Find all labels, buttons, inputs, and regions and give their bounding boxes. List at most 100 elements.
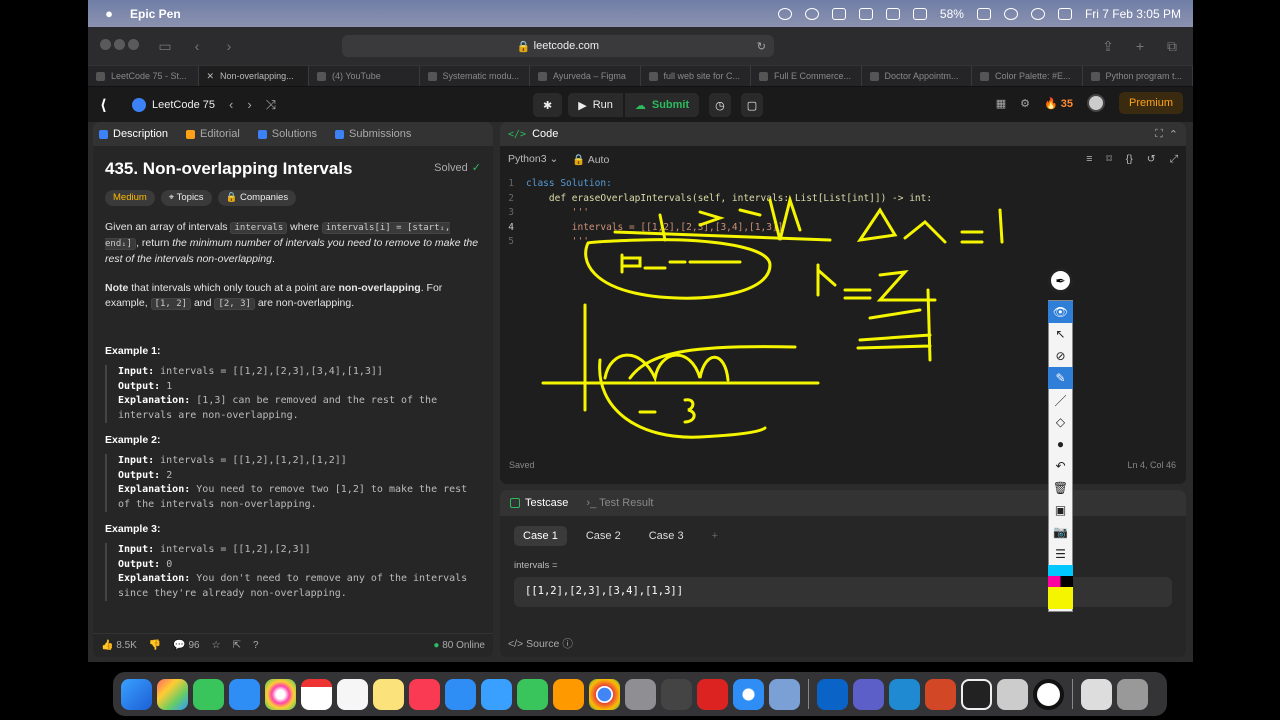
premium-button[interactable]: Premium: [1118, 92, 1183, 114]
prev-problem-icon[interactable]: ‹: [229, 97, 233, 112]
browser-tab[interactable]: Full E Commerce...: [751, 66, 862, 86]
tab-overview-icon[interactable]: ⧉: [1163, 38, 1181, 55]
code-line[interactable]: ''': [526, 206, 589, 221]
calculator-icon[interactable]: [661, 678, 692, 710]
browser-tab[interactable]: Color Palette: #E...: [972, 66, 1083, 86]
tab-test-result[interactable]: ›_ Test Result: [586, 497, 653, 509]
reset-icon[interactable]: ↺: [1147, 153, 1156, 165]
globe-icon[interactable]: [804, 7, 819, 20]
tab-submissions[interactable]: Submissions: [335, 128, 411, 140]
debug-icon[interactable]: ✱: [533, 93, 563, 117]
sidebar-icon[interactable]: ▭: [156, 38, 174, 55]
submit-button[interactable]: ☁ Submit: [624, 93, 700, 117]
topics-button[interactable]: ⌖ Topics: [160, 190, 212, 206]
chatgpt-icon[interactable]: [961, 678, 992, 710]
display-icon[interactable]: [885, 7, 900, 20]
wifi-icon[interactable]: [1003, 7, 1018, 20]
new-tab-icon[interactable]: +: [1131, 38, 1149, 54]
calendar-icon[interactable]: [301, 678, 332, 710]
share-icon[interactable]: ⇪: [1099, 38, 1117, 55]
eye-icon[interactable]: 👁: [1048, 301, 1073, 323]
music-icon[interactable]: [409, 678, 440, 710]
settings-gear-icon[interactable]: ⚙: [1020, 97, 1030, 110]
powerpoint-icon[interactable]: [925, 678, 956, 710]
case-tab-1[interactable]: Case 1: [514, 526, 567, 546]
browser-tab[interactable]: Ayurveda – Figma: [530, 66, 641, 86]
apple-icon[interactable]: ●: [100, 6, 118, 21]
maximize-icon[interactable]: ⛶: [1155, 128, 1163, 141]
source-link[interactable]: </> Source ⓘ: [508, 636, 573, 651]
clock[interactable]: Fri 7 Feb 3:05 PM: [1085, 7, 1181, 21]
shuffle-icon[interactable]: ⤨: [266, 97, 276, 113]
browser-tab[interactable]: Python program t...: [1083, 66, 1193, 86]
keynote-icon[interactable]: [445, 678, 476, 710]
volume-icon[interactable]: [912, 7, 927, 20]
photos-icon[interactable]: [265, 678, 296, 710]
format-icon[interactable]: ≡: [1086, 153, 1092, 165]
avatar[interactable]: [1086, 94, 1105, 112]
epic-pen-logo-icon[interactable]: ✒: [1048, 268, 1073, 293]
auto-mode[interactable]: 🔒 Auto: [572, 153, 609, 166]
leetcode-logo-icon[interactable]: ⟨: [100, 96, 122, 114]
browser-tab[interactable]: Doctor Appointm...: [862, 66, 972, 86]
downloads-icon[interactable]: [1081, 678, 1112, 710]
timer-icon[interactable]: ◷: [709, 93, 731, 117]
bookmark-icon[interactable]: ⌑: [1106, 153, 1111, 165]
eraser-icon[interactable]: ◇: [1048, 411, 1073, 433]
browser-tab[interactable]: full web site for C...: [641, 66, 751, 86]
code-line[interactable]: def eraseOverlapIntervals(self, interval…: [526, 192, 932, 207]
control-center-icon[interactable]: [1057, 7, 1072, 20]
database-icon[interactable]: [997, 678, 1028, 710]
color-swatch-cyan[interactable]: [1048, 565, 1073, 576]
companies-button[interactable]: 🔒 Companies: [217, 190, 297, 206]
browser-tab[interactable]: Systematic modu...: [420, 66, 530, 86]
onedrive-icon[interactable]: [481, 678, 512, 710]
browser-tab-active[interactable]: ✕ Non-overlapping...: [198, 66, 309, 86]
tab-editorial[interactable]: Editorial: [186, 128, 240, 140]
whiteboard-icon[interactable]: ▣: [1048, 499, 1073, 521]
browser-tab[interactable]: (4) YouTube: [309, 66, 420, 86]
epic-pen-dock-icon[interactable]: [1033, 678, 1064, 710]
trash-icon[interactable]: [1117, 678, 1148, 710]
add-case-icon[interactable]: +: [703, 526, 727, 546]
case-tab-2[interactable]: Case 2: [577, 526, 630, 546]
color-swatch-yellow[interactable]: [1048, 587, 1073, 609]
pages-app-icon[interactable]: [553, 678, 584, 710]
notes-icon[interactable]: [373, 678, 404, 710]
cursor-icon[interactable]: ↖: [1048, 323, 1073, 345]
vscode-icon[interactable]: [889, 678, 920, 710]
pages-icon[interactable]: ☰: [1048, 543, 1073, 565]
collapse-icon[interactable]: ⌃: [1169, 128, 1178, 141]
forward-icon[interactable]: ›: [220, 38, 238, 54]
brush-size-icon[interactable]: ●: [1048, 433, 1073, 455]
numbers-icon[interactable]: [517, 678, 548, 710]
search-icon[interactable]: [1030, 7, 1045, 20]
case-tab-3[interactable]: Case 3: [640, 526, 693, 546]
system-settings-icon[interactable]: [625, 678, 656, 710]
back-icon[interactable]: ‹: [188, 38, 206, 54]
help-icon[interactable]: ?: [253, 640, 259, 651]
tab-testcase[interactable]: Testcase: [510, 497, 568, 509]
problem-title[interactable]: 435. Non-overlapping Intervals: [105, 160, 353, 177]
comments-button[interactable]: 💬 96: [173, 640, 199, 651]
streak-counter[interactable]: 🔥 35: [1044, 97, 1073, 110]
fullscreen-icon[interactable]: ⤢: [1170, 153, 1178, 166]
teams-icon[interactable]: [853, 678, 884, 710]
messages-icon[interactable]: [193, 678, 224, 710]
close-icon[interactable]: ✕: [207, 71, 215, 82]
color-swatch-magenta[interactable]: [1048, 576, 1073, 587]
code-editor[interactable]: 1 class Solution: 2 def eraseOverlapInter…: [500, 172, 1186, 250]
shield-icon[interactable]: [831, 7, 846, 20]
share-icon[interactable]: ⇱: [233, 640, 241, 651]
language-select[interactable]: Python3 ⌄: [508, 153, 558, 165]
finder-icon[interactable]: [121, 678, 152, 710]
battery-icon[interactable]: [976, 7, 991, 20]
highlighter-icon[interactable]: ✎: [1048, 367, 1073, 389]
study-plan-link[interactable]: LeetCode 75: [132, 97, 215, 112]
next-problem-icon[interactable]: ›: [247, 97, 251, 112]
image-icon[interactable]: [858, 7, 873, 20]
braces-icon[interactable]: {}: [1126, 153, 1133, 165]
layout-icon[interactable]: ▦: [996, 97, 1006, 110]
mail-icon[interactable]: [229, 678, 260, 710]
trash-icon[interactable]: 🗑: [1048, 477, 1073, 499]
